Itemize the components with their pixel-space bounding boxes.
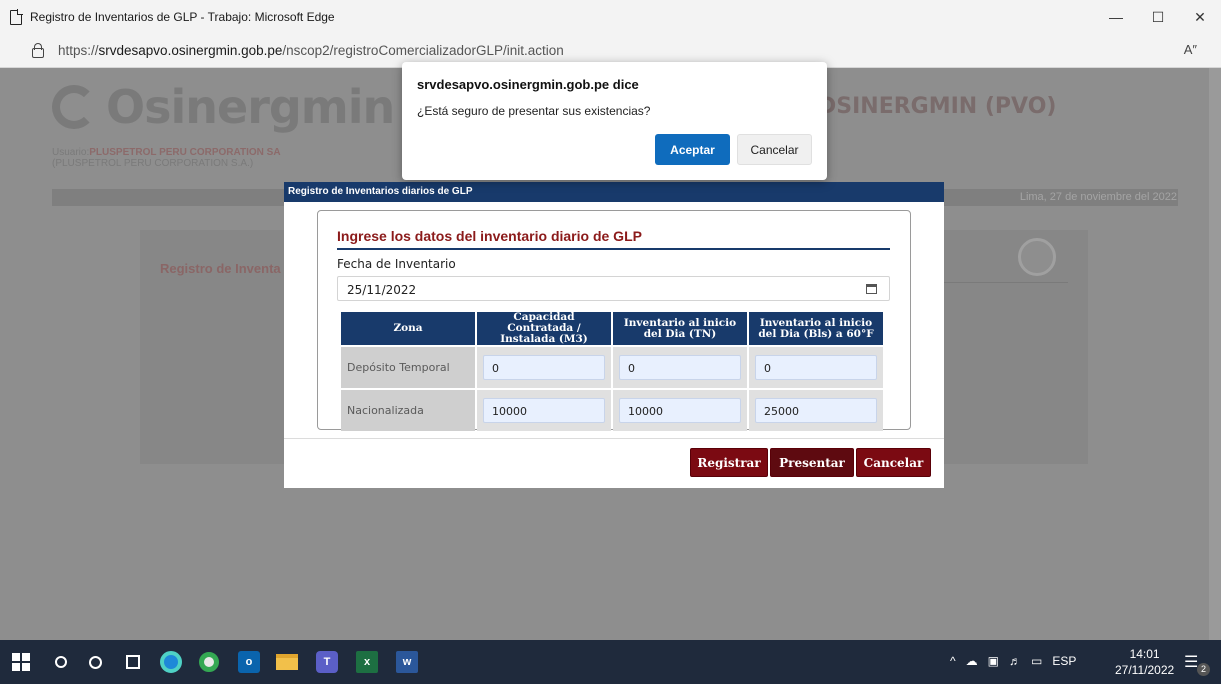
read-aloud-icon[interactable]: A″: [1184, 42, 1197, 57]
maximize-button[interactable]: ☐: [1137, 0, 1179, 34]
aceptar-button[interactable]: Aceptar: [655, 134, 730, 165]
taskbar: o T x w ^ ☁ ▣ ♬ ▭ ESP 14:01 27/11/2022 ☰…: [0, 640, 1221, 684]
table-cell: 0: [613, 347, 747, 388]
zona-cell: Depósito Temporal: [341, 347, 475, 388]
header-inventario-tn: Inventario al inicio del Dia (TN): [613, 312, 747, 345]
header-capacidad: Capacidad Contratada / Instalada (M3): [477, 312, 611, 345]
dialog-cancel-button[interactable]: Cancelar: [737, 134, 812, 165]
network-icon[interactable]: ▣: [988, 654, 999, 668]
app-title: DSINERGMIN (PVO): [818, 94, 1057, 119]
table-cell: 10000: [613, 390, 747, 431]
date-label: Fecha de Inventario: [337, 257, 456, 271]
logo-text: Osinergmin: [106, 80, 395, 134]
user-company: (PLUSPETROL PERU CORPORATION S.A.): [52, 158, 254, 169]
user-name: PLUSPETROL PERU CORPORATION SA: [89, 147, 281, 158]
inventario-tn-input[interactable]: 10000: [619, 398, 741, 423]
header-zona: Zona: [341, 312, 475, 345]
table-cell: 25000: [749, 390, 883, 431]
confirm-dialog: srvdesapvo.osinergmin.gob.pe dice ¿Está …: [402, 62, 827, 180]
panel-title: Registro de Inventa: [160, 261, 281, 276]
page-scrollbar[interactable]: [1209, 68, 1221, 640]
registrar-button[interactable]: Registrar: [690, 448, 768, 477]
inventory-date-input[interactable]: 25/11/2022: [337, 276, 890, 301]
task-view-icon[interactable]: [122, 651, 144, 673]
table-row: Nacionalizada 10000 10000 25000: [341, 390, 883, 431]
section-divider: [337, 248, 890, 250]
inventario-bls-input[interactable]: 25000: [755, 398, 877, 423]
clock-time: 14:01: [1129, 647, 1160, 661]
table-cell: 10000: [477, 390, 611, 431]
logo-ring-icon: [52, 85, 96, 129]
capacidad-input[interactable]: 10000: [483, 398, 605, 423]
teams-icon[interactable]: T: [316, 651, 338, 673]
current-date: Lima, 27 de noviembre del 2022: [1019, 191, 1177, 203]
outlook-icon[interactable]: o: [238, 651, 260, 673]
table-header-row: Zona Capacidad Contratada / Instalada (M…: [341, 312, 883, 345]
system-tray: ^ ☁ ▣ ♬ ▭ ESP: [950, 654, 1076, 668]
inventory-date-value: 25/11/2022: [347, 283, 417, 297]
modal-header: Registro de Inventarios diarios de GLP: [284, 182, 944, 202]
search-icon[interactable]: [50, 651, 72, 673]
table-cell: 0: [477, 347, 611, 388]
browser-title-bar: Registro de Inventarios de GLP - Trabajo…: [0, 0, 1221, 34]
volume-icon[interactable]: ♬: [1009, 654, 1021, 668]
lock-icon[interactable]: [32, 42, 44, 58]
user-prefix: Usuario:: [52, 147, 90, 158]
presentar-button[interactable]: Presentar: [770, 448, 854, 477]
inventory-fieldset: Ingrese los datos del inventario diario …: [317, 210, 911, 433]
url-prefix: https://: [58, 43, 99, 58]
clock-date: 27/11/2022: [1115, 663, 1175, 677]
dialog-title: srvdesapvo.osinergmin.gob.pe dice: [417, 77, 639, 92]
minimize-button[interactable]: —: [1095, 0, 1137, 34]
table-row: Depósito Temporal 0 0 0: [341, 347, 883, 388]
edge-icon[interactable]: [160, 651, 182, 673]
header-inventario-bls: Inventario al inicio del Dia (Bls) a 60°…: [749, 312, 883, 345]
osinergmin-logo: Osinergmin: [52, 80, 395, 134]
word-icon[interactable]: w: [396, 651, 418, 673]
window-title: Registro de Inventarios de GLP - Trabajo…: [30, 10, 335, 24]
section-title: Ingrese los datos del inventario diario …: [337, 228, 642, 244]
inventory-table: Zona Capacidad Contratada / Instalada (M…: [339, 310, 885, 433]
cancelar-button[interactable]: Cancelar: [856, 448, 931, 477]
chevron-up-icon[interactable]: ^: [950, 654, 956, 668]
capacidad-input[interactable]: 0: [483, 355, 605, 380]
notification-icon[interactable]: ☰ 2: [1184, 652, 1210, 676]
battery-icon[interactable]: ▭: [1031, 654, 1042, 668]
modal-footer-divider: [284, 438, 944, 439]
windows-start-icon[interactable]: [12, 653, 30, 671]
url-path: /nscop2/registroComercializadorGLP/init.…: [282, 43, 564, 58]
inventario-tn-input[interactable]: 0: [619, 355, 741, 380]
chrome-icon[interactable]: [198, 651, 220, 673]
file-explorer-icon[interactable]: [276, 651, 298, 673]
table-cell: 0: [749, 347, 883, 388]
url-host: srvdesapvo.osinergmin.gob.pe: [98, 43, 283, 58]
excel-icon[interactable]: x: [356, 651, 378, 673]
cortana-icon[interactable]: [84, 651, 106, 673]
window-controls: — ☐ ✕: [1095, 0, 1221, 34]
clock[interactable]: 14:01 27/11/2022: [1115, 646, 1174, 678]
inventario-bls-input[interactable]: 0: [755, 355, 877, 380]
notification-count: 2: [1197, 663, 1210, 676]
inventory-modal: Registro de Inventarios diarios de GLP I…: [284, 182, 944, 488]
user-line: Usuario:PLUSPETROL PERU CORPORATION SA: [52, 147, 281, 158]
language-indicator[interactable]: ESP: [1052, 654, 1076, 668]
calendar-icon[interactable]: [866, 284, 877, 294]
dialog-message: ¿Está seguro de presentar sus existencia…: [417, 104, 651, 118]
close-window-button[interactable]: ✕: [1179, 0, 1221, 34]
onedrive-icon[interactable]: ☁: [966, 654, 978, 668]
panel-user-icon: [1018, 238, 1056, 276]
zona-cell: Nacionalizada: [341, 390, 475, 431]
page-icon: [10, 9, 23, 25]
panel-divider: [940, 282, 1068, 283]
